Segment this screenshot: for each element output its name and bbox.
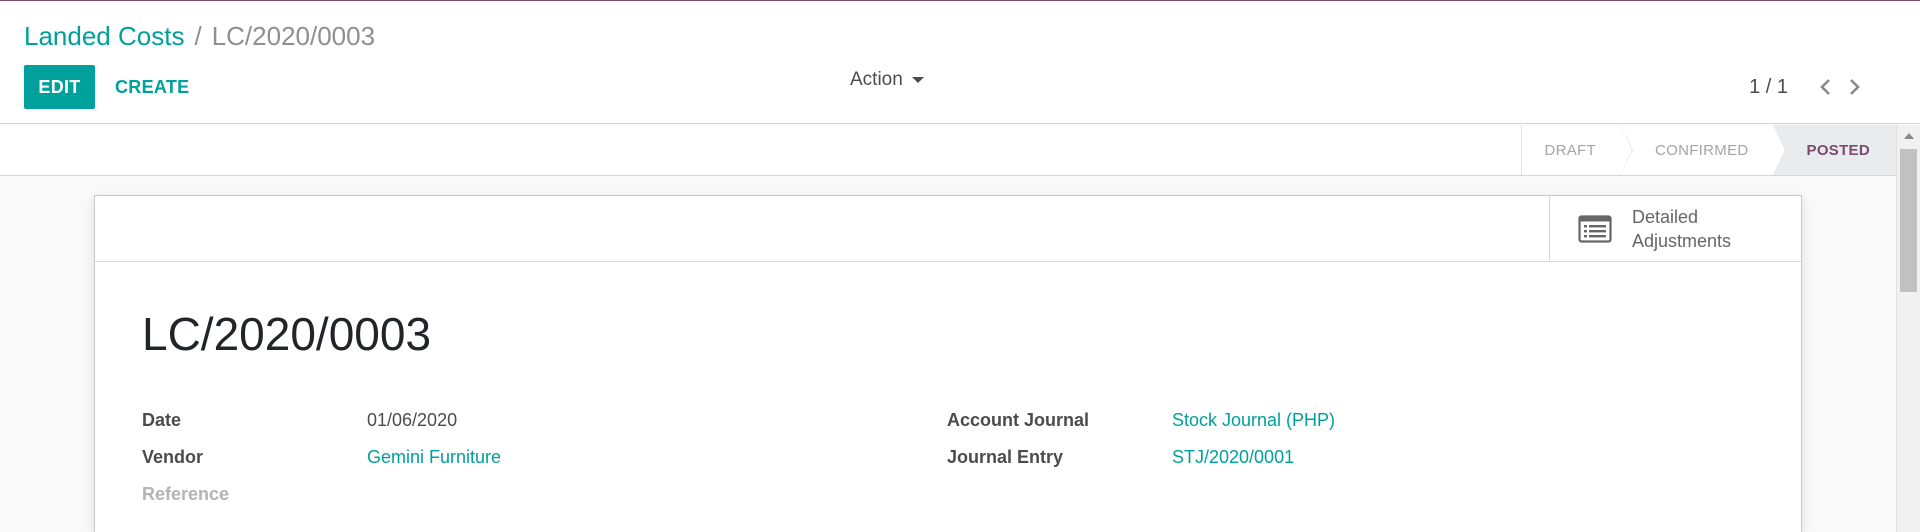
breadcrumb: Landed Costs / LC/2020/0003 xyxy=(24,21,375,51)
date-label: Date xyxy=(142,410,182,430)
pager: 1 / 1 xyxy=(1749,73,1870,101)
journal-entry-label: Journal Entry xyxy=(947,447,1064,467)
breadcrumb-landed-costs-link[interactable]: Landed Costs xyxy=(24,21,184,51)
stage-draft[interactable]: DRAFT xyxy=(1521,125,1633,175)
edit-button[interactable]: EDIT xyxy=(24,65,95,109)
pager-previous-button[interactable] xyxy=(1810,73,1840,101)
smart-button-box: Detailed Adjustments xyxy=(95,196,1801,262)
record-title: LC/2020/0003 xyxy=(142,308,432,360)
stage-confirmed-label: CONFIRMED xyxy=(1654,141,1749,159)
statusbar: DRAFT CONFIRMED POSTED xyxy=(1521,125,1896,175)
breadcrumb-current: LC/2020/0003 xyxy=(211,21,376,51)
scroll-up-arrow-icon[interactable] xyxy=(1904,133,1914,139)
reference-label: Reference xyxy=(142,484,230,504)
caret-down-icon xyxy=(911,77,924,83)
account-journal-label: Account Journal xyxy=(947,410,1090,430)
detailed-adjustments-label: Detailed Adjustments xyxy=(1632,205,1731,253)
vendor-label: Vendor xyxy=(142,447,204,467)
journal-entry-link[interactable]: STJ/2020/0001 xyxy=(1172,447,1294,468)
smart-button-line2: Adjustments xyxy=(1632,230,1732,251)
list-icon xyxy=(1578,214,1612,243)
stage-posted[interactable]: POSTED xyxy=(1772,125,1896,175)
control-panel: Landed Costs / LC/2020/0003 EDIT CREATE Ac… xyxy=(0,1,1920,124)
chevron-left-icon xyxy=(1820,79,1830,95)
smart-button-line1: Detailed xyxy=(1632,206,1699,227)
breadcrumb-separator: / xyxy=(194,21,202,51)
stage-draft-label: DRAFT xyxy=(1544,141,1596,159)
action-dropdown[interactable]: Action xyxy=(850,67,924,93)
stage-confirmed[interactable]: CONFIRMED xyxy=(1619,125,1786,175)
pager-value[interactable]: 1 / 1 xyxy=(1749,76,1788,99)
detailed-adjustments-button[interactable]: Detailed Adjustments xyxy=(1549,196,1801,261)
date-value: 01/06/2020 xyxy=(367,410,458,430)
action-dropdown-label: Action xyxy=(850,69,903,90)
vertical-scrollbar[interactable] xyxy=(1896,125,1920,532)
form-statusbar-row: DRAFT CONFIRMED POSTED xyxy=(0,125,1896,176)
vendor-link[interactable]: Gemini Furniture xyxy=(367,447,501,468)
pager-next-button[interactable] xyxy=(1840,73,1870,101)
chevron-right-icon xyxy=(1850,79,1860,95)
account-journal-link[interactable]: Stock Journal (PHP) xyxy=(1172,410,1335,431)
form-sheet: Detailed Adjustments LC/2020/0003 Date 0… xyxy=(94,195,1802,532)
stage-posted-label: POSTED xyxy=(1806,141,1870,159)
scrollbar-thumb[interactable] xyxy=(1900,149,1917,292)
create-button[interactable]: CREATE xyxy=(105,65,199,109)
